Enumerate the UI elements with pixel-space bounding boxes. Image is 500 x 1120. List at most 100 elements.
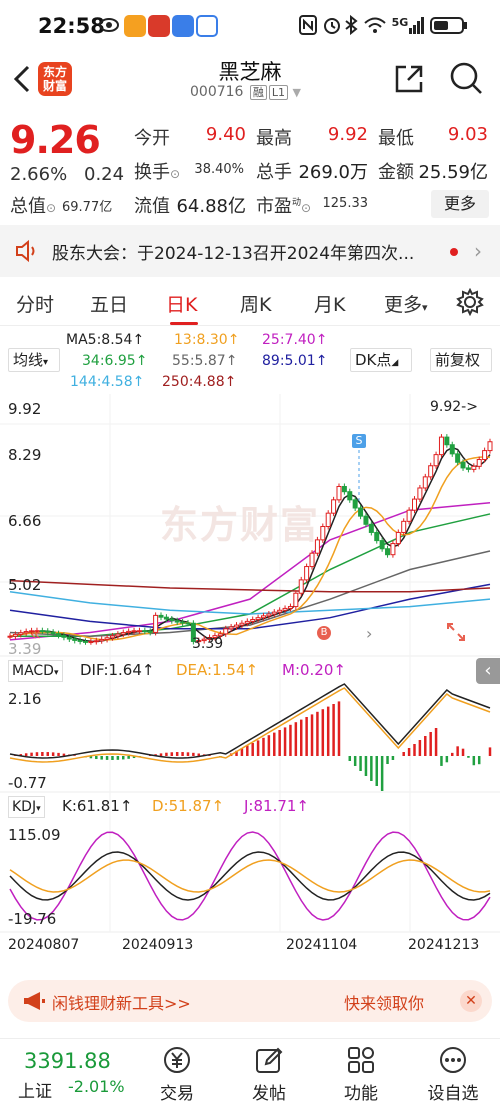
adjust-selector[interactable]: 前复权: [430, 348, 492, 372]
chevron-right-icon: ›: [474, 239, 482, 263]
ma250: 250:4.88↑: [162, 374, 237, 390]
total-cap-label: 总值⊙: [10, 192, 56, 218]
candle-body: [158, 614, 164, 618]
candle-body: [304, 566, 310, 581]
pe-value: 125.33: [322, 196, 369, 211]
candle-body: [476, 459, 482, 467]
active-tab-underline: [170, 322, 198, 325]
edit-icon[interactable]: [254, 1045, 284, 1075]
total-cap-label-text: 总值: [10, 196, 46, 217]
post-button[interactable]: 发帖: [234, 1079, 304, 1104]
tab-monthly-k[interactable]: 月K: [314, 290, 345, 317]
share-button[interactable]: [392, 62, 426, 96]
bottom-bar: 3391.88 上证 -2.01% 交易 发帖 功能 设自选: [0, 1038, 500, 1120]
candle-body: [93, 640, 99, 643]
date-2: 20241104: [286, 937, 358, 953]
side-panel-toggle[interactable]: ‹: [476, 658, 500, 684]
nfc-icon: [298, 14, 318, 36]
trade-button[interactable]: 交易: [142, 1079, 212, 1104]
current-price: 9.26: [10, 118, 101, 162]
dea-value: DEA:1.54↑: [176, 661, 259, 679]
app-icon-3: [172, 15, 194, 37]
buy-marker[interactable]: B: [317, 626, 331, 640]
candle-body: [363, 515, 369, 525]
candle-body: [428, 465, 434, 478]
volume-value: 269.0万: [298, 162, 368, 183]
candle-body: [250, 619, 256, 622]
candle-body: [433, 454, 439, 467]
float-cap-label: 流值: [134, 196, 170, 217]
more-button[interactable]: 更多: [431, 190, 489, 218]
pe-label: 市盈动⊙: [256, 192, 311, 218]
amount-label: 金额: [378, 162, 414, 183]
amount-value: 25.59亿: [418, 162, 488, 183]
tab-more[interactable]: 更多▾: [384, 290, 428, 317]
candle-body: [72, 638, 78, 641]
candle-body: [325, 512, 331, 528]
share-icon: [395, 65, 423, 93]
promo-right-text: 快来领取你: [344, 994, 425, 1013]
candle-body: [126, 630, 132, 634]
tab-intraday[interactable]: 分时: [16, 290, 54, 317]
wifi-icon: [362, 14, 388, 36]
tab-five-day[interactable]: 五日: [90, 290, 128, 317]
volume-label: 总手: [256, 162, 292, 183]
dk-point-selector[interactable]: DK点◢: [350, 348, 412, 372]
network-label: 5G: [391, 16, 409, 29]
watermark: 东方财富: [160, 503, 321, 547]
tab-weekly-k[interactable]: 周K: [240, 290, 271, 317]
index-value[interactable]: 3391.88: [24, 1049, 111, 1073]
candle-body: [471, 465, 477, 470]
candle-body: [234, 624, 240, 628]
search-button[interactable]: [448, 60, 484, 96]
close-icon[interactable]: ✕: [460, 990, 482, 1012]
promo-banner[interactable]: 闲钱理财新工具>> 快来领取你 ✕: [8, 980, 492, 1022]
notice-bar[interactable]: 股东大会：于2024-12-13召开2024年第四次... ›: [0, 225, 500, 277]
tab-daily-k[interactable]: 日K: [166, 290, 197, 317]
yen-circle-icon[interactable]: [162, 1045, 192, 1075]
sell-marker[interactable]: S: [352, 434, 366, 448]
dif-value: DIF:1.64↑: [80, 661, 155, 679]
candle-body: [368, 523, 374, 533]
candle-body: [180, 621, 186, 624]
candle-body: [153, 614, 159, 633]
margin-tag: 融: [249, 85, 267, 100]
functions-button[interactable]: 功能: [326, 1079, 396, 1104]
total-cap-value: 69.77亿: [62, 200, 113, 215]
signal-icon: [408, 14, 426, 36]
collapse-left-icon[interactable]: «: [30, 624, 41, 645]
macd-selector[interactable]: MACD▾: [8, 660, 63, 682]
gear-icon: [456, 287, 484, 317]
notice-text: 股东大会：于2024-12-13召开2024年第四次...: [52, 244, 415, 264]
chevron-right-icon[interactable]: ›: [366, 624, 372, 643]
candle-body: [50, 631, 56, 635]
candle-body: [185, 622, 191, 625]
candle-body: [298, 579, 304, 594]
candle-body: [66, 636, 72, 640]
candle-body: [347, 491, 353, 501]
high-marker: 9.92->: [430, 399, 478, 415]
info-icon: ⊙: [170, 167, 181, 181]
indicator-selector[interactable]: 均线▾: [8, 348, 60, 372]
y-label-0: 9.92: [8, 400, 42, 418]
more-circle-icon[interactable]: [438, 1045, 468, 1075]
low-marker: 3.39: [192, 636, 224, 652]
candle-body: [142, 630, 148, 633]
kline-chart[interactable]: 9.92 8.29 6.66 5.02 3.39 9.92-> 3.39 S B…: [0, 394, 500, 960]
stock-code-row[interactable]: 000716 融 L1 ▼: [190, 84, 301, 100]
candle-body: [309, 552, 315, 568]
candle-body: [18, 632, 24, 635]
candle-body: [260, 615, 266, 619]
candle-body: [379, 540, 385, 550]
j-value: J:81.71↑: [244, 797, 309, 815]
caret-down-icon: ▾: [422, 301, 428, 314]
candle-body: [358, 507, 364, 517]
kdj-selector-label: KDJ: [12, 799, 37, 815]
add-watchlist-button[interactable]: 设自选: [418, 1079, 488, 1104]
ma144: 144:4.58↑: [70, 374, 145, 390]
settings-button[interactable]: [456, 287, 484, 320]
tab-more-label: 更多: [384, 294, 423, 316]
ma89: 89:5.01↑: [262, 353, 328, 369]
grid-icon[interactable]: [346, 1045, 376, 1075]
kdj-selector[interactable]: KDJ▾: [8, 796, 45, 818]
